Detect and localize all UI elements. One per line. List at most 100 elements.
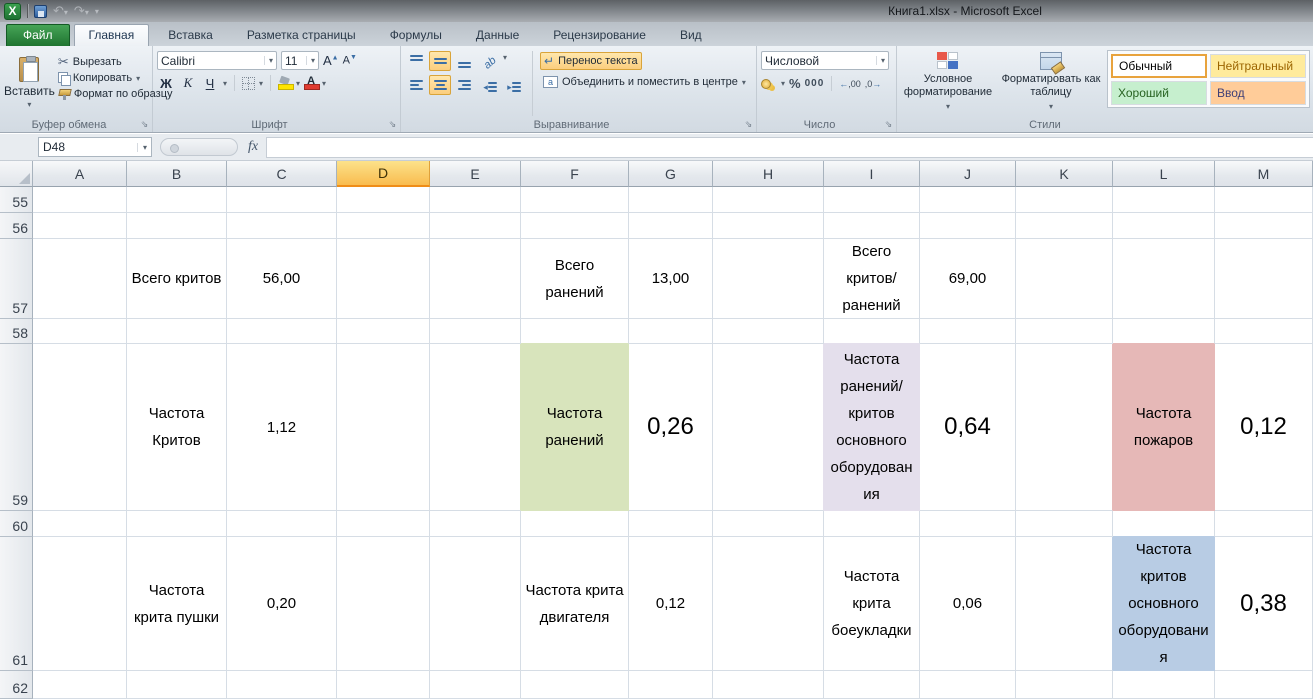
cell-I57[interactable]: Всего критов/ранений bbox=[824, 239, 920, 319]
cell-B62[interactable] bbox=[127, 671, 227, 699]
cell-L57[interactable] bbox=[1113, 239, 1215, 319]
cell-M59[interactable]: 0,12 bbox=[1215, 344, 1313, 511]
cell-B59[interactable]: Частота Критов bbox=[127, 344, 227, 511]
cell-E55[interactable] bbox=[430, 187, 521, 213]
cell-K60[interactable] bbox=[1016, 511, 1113, 537]
tab-Данные[interactable]: Данные bbox=[461, 24, 534, 46]
cell-G56[interactable] bbox=[629, 213, 713, 239]
tab-Вид[interactable]: Вид bbox=[665, 24, 717, 46]
chevron-down-icon[interactable]: ▾ bbox=[259, 79, 263, 88]
cell-E57[interactable] bbox=[430, 239, 521, 319]
bold-button[interactable]: Ж bbox=[157, 76, 175, 91]
merge-center-button[interactable]: a Объединить и поместить в центре ▾ bbox=[540, 75, 749, 89]
increase-indent-button[interactable]: ▸ bbox=[503, 77, 525, 97]
tab-Вставка[interactable]: Вставка bbox=[153, 24, 228, 46]
number-format-select[interactable]: Числовой ▾ bbox=[761, 51, 889, 70]
tab-Главная[interactable]: Главная bbox=[74, 24, 150, 46]
cell-M61[interactable]: 0,38 bbox=[1215, 537, 1313, 671]
cell-I55[interactable] bbox=[824, 187, 920, 213]
percent-format-button[interactable]: % bbox=[789, 76, 801, 91]
cell-C55[interactable] bbox=[227, 187, 337, 213]
cell-style-Нейтральный[interactable]: Нейтральный bbox=[1210, 54, 1306, 78]
cell-A59[interactable] bbox=[33, 344, 127, 511]
cell-B61[interactable]: Частота крита пушки bbox=[127, 537, 227, 671]
cell-E58[interactable] bbox=[430, 319, 521, 344]
cell-F59[interactable]: Частота ранений bbox=[521, 344, 629, 511]
format-as-table-button[interactable]: Форматировать как таблицу ▾ bbox=[999, 50, 1103, 116]
cell-H59[interactable] bbox=[713, 344, 824, 511]
cell-D60[interactable] bbox=[337, 511, 430, 537]
cell-D56[interactable] bbox=[337, 213, 430, 239]
cell-F60[interactable] bbox=[521, 511, 629, 537]
cell-G60[interactable] bbox=[629, 511, 713, 537]
cell-H55[interactable] bbox=[713, 187, 824, 213]
chevron-down-icon[interactable]: ▾ bbox=[781, 79, 785, 88]
cell-M55[interactable] bbox=[1215, 187, 1313, 213]
cell-K61[interactable] bbox=[1016, 537, 1113, 671]
cell-J59[interactable]: 0,64 bbox=[920, 344, 1016, 511]
cell-D62[interactable] bbox=[337, 671, 430, 699]
cell-D55[interactable] bbox=[337, 187, 430, 213]
wrap-text-button[interactable]: ↵ Перенос текста bbox=[540, 52, 642, 70]
cell-J55[interactable] bbox=[920, 187, 1016, 213]
currency-format-icon[interactable] bbox=[761, 79, 771, 89]
tab-Формулы[interactable]: Формулы bbox=[375, 24, 457, 46]
cell-A60[interactable] bbox=[33, 511, 127, 537]
underline-button[interactable]: Ч bbox=[201, 76, 219, 91]
cell-C61[interactable]: 0,20 bbox=[227, 537, 337, 671]
tab-Рецензирование[interactable]: Рецензирование bbox=[538, 24, 661, 46]
column-header-F[interactable]: F bbox=[521, 161, 629, 187]
cell-M62[interactable] bbox=[1215, 671, 1313, 699]
cell-J58[interactable] bbox=[920, 319, 1016, 344]
cell-B56[interactable] bbox=[127, 213, 227, 239]
tab-Разметка страницы[interactable]: Разметка страницы bbox=[232, 24, 371, 46]
dialog-launcher-icon[interactable]: ⇘ bbox=[883, 119, 894, 130]
align-left-button[interactable] bbox=[405, 75, 427, 95]
formula-bar-splitter[interactable] bbox=[160, 138, 238, 156]
insert-function-icon[interactable]: fx bbox=[248, 139, 258, 155]
qat-customize-icon[interactable]: ▾ bbox=[95, 7, 99, 16]
cell-G61[interactable]: 0,12 bbox=[629, 537, 713, 671]
column-header-K[interactable]: K bbox=[1016, 161, 1113, 187]
cell-G57[interactable]: 13,00 bbox=[629, 239, 713, 319]
cell-C59[interactable]: 1,12 bbox=[227, 344, 337, 511]
name-box[interactable]: D48 ▾ bbox=[38, 137, 152, 157]
cell-M60[interactable] bbox=[1215, 511, 1313, 537]
cell-I58[interactable] bbox=[824, 319, 920, 344]
chevron-down-icon[interactable]: ▾ bbox=[503, 53, 507, 73]
borders-icon[interactable] bbox=[242, 77, 255, 90]
orientation-button[interactable]: ab bbox=[479, 53, 501, 73]
fill-color-icon[interactable] bbox=[278, 77, 292, 90]
cell-K58[interactable] bbox=[1016, 319, 1113, 344]
grow-font-button[interactable]: А▲ bbox=[323, 53, 339, 68]
align-center-button[interactable] bbox=[429, 75, 451, 95]
row-header-59[interactable]: 59 bbox=[0, 344, 33, 511]
cell-A56[interactable] bbox=[33, 213, 127, 239]
cell-C56[interactable] bbox=[227, 213, 337, 239]
cell-J57[interactable]: 69,00 bbox=[920, 239, 1016, 319]
cell-B55[interactable] bbox=[127, 187, 227, 213]
cell-C58[interactable] bbox=[227, 319, 337, 344]
cell-I60[interactable] bbox=[824, 511, 920, 537]
align-bottom-button[interactable] bbox=[453, 51, 475, 71]
font-color-icon[interactable]: А bbox=[304, 77, 318, 90]
shrink-font-button[interactable]: А▼ bbox=[343, 54, 357, 67]
row-header-55[interactable]: 55 bbox=[0, 187, 33, 213]
cell-style-Обычный[interactable]: Обычный bbox=[1111, 54, 1207, 78]
cell-style-Ввод[interactable]: Ввод bbox=[1210, 81, 1306, 105]
cell-I59[interactable]: Частота ранений/критов основного оборудо… bbox=[824, 344, 920, 511]
dialog-launcher-icon[interactable]: ⇘ bbox=[387, 119, 398, 130]
cell-F62[interactable] bbox=[521, 671, 629, 699]
cell-L60[interactable] bbox=[1113, 511, 1215, 537]
cell-E56[interactable] bbox=[430, 213, 521, 239]
cell-A55[interactable] bbox=[33, 187, 127, 213]
formula-input[interactable] bbox=[266, 137, 1313, 158]
cell-J56[interactable] bbox=[920, 213, 1016, 239]
cell-K56[interactable] bbox=[1016, 213, 1113, 239]
column-header-J[interactable]: J bbox=[920, 161, 1016, 187]
chevron-down-icon[interactable]: ▾ bbox=[223, 79, 227, 88]
save-icon[interactable] bbox=[34, 5, 47, 18]
column-header-D[interactable]: D bbox=[337, 161, 430, 187]
cell-F56[interactable] bbox=[521, 213, 629, 239]
cell-J60[interactable] bbox=[920, 511, 1016, 537]
